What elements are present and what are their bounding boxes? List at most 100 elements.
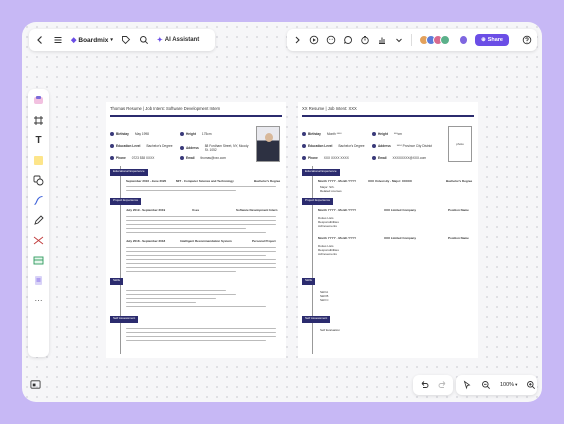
text-line — [126, 332, 276, 334]
field-label: Phone — [116, 156, 126, 160]
shape-icon[interactable] — [33, 175, 44, 186]
ai-assistant-button[interactable]: ✦ AI Assistant — [157, 36, 199, 44]
share-user-icon: ⊕ — [481, 37, 486, 43]
help-icon[interactable] — [522, 35, 532, 45]
bullet-dot — [180, 156, 184, 160]
text-line — [126, 294, 236, 296]
collaborator-avatars[interactable] — [418, 35, 450, 45]
redo-icon[interactable] — [438, 380, 448, 390]
project-role: Personal Project — [252, 239, 276, 243]
info-address: Address **** Province City District — [372, 144, 443, 148]
reaction-icon[interactable] — [326, 35, 336, 45]
ai-assistant-label: AI Assistant — [164, 37, 200, 43]
bullet-dot — [110, 132, 114, 136]
vote-icon[interactable] — [377, 35, 387, 45]
edu-item: Related courses — [320, 189, 342, 193]
edu-date: September 2016 - June 2020 — [126, 179, 167, 183]
project-org: XXX Limited Company — [384, 208, 417, 212]
header-rule — [110, 115, 282, 117]
chevron-down-icon: ▾ — [515, 382, 518, 387]
bullet-dot — [180, 132, 184, 136]
sticky-note-icon[interactable] — [33, 155, 44, 166]
field-label: Height — [378, 132, 388, 136]
text-line — [126, 263, 276, 265]
text-line — [126, 267, 276, 269]
tag-icon[interactable] — [121, 35, 131, 45]
resume-header: Thomas Resume | Job Intent: Software Dev… — [110, 106, 221, 111]
field-label: Education Level — [308, 144, 333, 148]
table-icon[interactable] — [33, 255, 44, 266]
left-toolbar: T ··· — [28, 89, 49, 357]
back-icon[interactable] — [35, 35, 45, 45]
template-icon[interactable] — [33, 95, 44, 106]
project-date: July 2018 - September 2018 — [126, 239, 166, 243]
field-label: Address — [186, 146, 199, 150]
bullet-dot — [372, 132, 376, 136]
play-icon[interactable] — [309, 35, 319, 45]
user-avatar[interactable] — [458, 35, 469, 45]
bullet-dot — [110, 144, 114, 148]
more-icon[interactable]: ··· — [33, 295, 44, 306]
minimap-icon[interactable] — [29, 378, 41, 390]
photo-label: photo — [456, 142, 464, 146]
bullet-dot — [180, 146, 184, 150]
field-label: Education Level — [116, 144, 141, 148]
field-label: Birthday — [308, 132, 321, 136]
section-project: Project Experience — [110, 198, 142, 205]
text-line — [126, 336, 276, 338]
edu-date: Month YYYY - Month YYYY — [318, 179, 357, 183]
text-line — [126, 290, 226, 292]
section-project: Project Experience — [302, 198, 334, 205]
resume-document-2[interactable]: XX Resume | Job Intent: XXX Birthday Mont… — [298, 102, 478, 358]
text-line — [126, 216, 276, 218]
undo-icon[interactable] — [419, 380, 429, 390]
info-education: Education Level Bachelor's Degree — [302, 144, 365, 148]
text-icon[interactable]: T — [33, 135, 44, 146]
project-item: Achievements — [318, 224, 337, 228]
info-height: Height 175cm — [180, 132, 212, 136]
zoom-level[interactable]: 100% ▾ — [500, 382, 517, 388]
sparkle-icon: ✦ — [156, 37, 163, 44]
document-icon[interactable] — [33, 275, 44, 286]
mindmap-icon[interactable] — [33, 235, 44, 246]
text-line — [126, 228, 246, 230]
project-date: Month YYYY - Month YYYY — [318, 208, 357, 212]
text-line — [126, 247, 276, 249]
cursor-icon[interactable] — [462, 380, 472, 390]
brand-name: Boardmix — [78, 36, 109, 44]
resume-document-1[interactable]: Thomas Resume | Job Intent: Software Dev… — [106, 102, 286, 358]
top-left-toolbar: ◆ Boardmix ▾ ✦ AI Assistant — [29, 29, 215, 51]
comment-icon[interactable] — [343, 35, 353, 45]
search-icon[interactable] — [139, 35, 149, 45]
timer-icon[interactable] — [360, 35, 370, 45]
edu-school: MIT - Computer Science and Technology — [176, 179, 234, 183]
info-height: Height ***cm — [372, 132, 402, 136]
zoom-in-icon[interactable] — [526, 380, 536, 390]
top-right-toolbar: ⊕ Share — [287, 29, 537, 51]
connector-icon[interactable] — [33, 195, 44, 206]
text-line — [126, 328, 276, 330]
timeline-line — [120, 166, 121, 354]
bullet-dot — [302, 144, 306, 148]
field-value: Bachelor's Degree — [146, 144, 173, 148]
share-button[interactable]: ⊕ Share — [475, 34, 509, 46]
photo-face — [265, 133, 273, 142]
info-birthday: Birthday May 1998 — [110, 132, 149, 136]
more-tools-icon[interactable] — [394, 35, 404, 45]
info-email: Email XXXXXXXX@XXX.com — [372, 156, 426, 160]
menu-icon[interactable] — [53, 35, 63, 45]
header-rule — [302, 115, 474, 117]
pen-icon[interactable] — [33, 215, 44, 226]
timeline-line — [312, 166, 313, 354]
divider — [411, 34, 412, 46]
text-line — [126, 298, 216, 300]
brand[interactable]: ◆ Boardmix ▾ — [71, 36, 113, 45]
text-line — [126, 255, 266, 257]
text-line — [126, 224, 276, 226]
frame-icon[interactable] — [33, 115, 44, 126]
text-line — [126, 259, 276, 261]
zoom-out-icon[interactable] — [481, 380, 491, 390]
chevron-right-icon[interactable] — [292, 35, 302, 45]
section-self-assessment: Self Assessment — [302, 316, 331, 323]
profile-photo — [256, 126, 280, 162]
